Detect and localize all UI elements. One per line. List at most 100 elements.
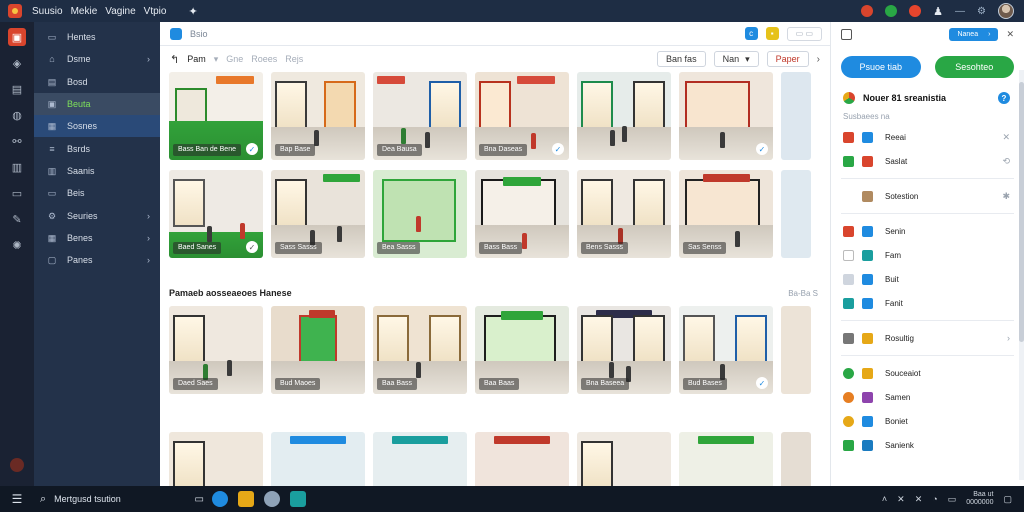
- list-item[interactable]: Fanit: [831, 291, 1024, 315]
- link-icon[interactable]: ⚯: [8, 132, 26, 150]
- image-tile[interactable]: [679, 432, 773, 486]
- menu-item-1[interactable]: Suusio: [32, 6, 63, 17]
- menu-item-3[interactable]: Vagine: [105, 6, 135, 17]
- ghost-button[interactable]: ▭ ▭: [786, 26, 822, 41]
- filter-primary[interactable]: Pam: [187, 54, 206, 64]
- sidebar-item-1[interactable]: ⌂ Dsme ›: [34, 48, 160, 70]
- sidebar-item-5[interactable]: ≡ Bsrds: [34, 137, 160, 159]
- image-tile[interactable]: [475, 432, 569, 486]
- image-tile[interactable]: Bna Baseea: [577, 306, 671, 394]
- image-tile[interactable]: Bud Maoes: [271, 306, 365, 394]
- image-tile[interactable]: Baa Bass: [373, 306, 467, 394]
- sort-select[interactable]: Nan ▾: [713, 51, 759, 67]
- list-item[interactable]: Sotestion ✱: [831, 184, 1024, 208]
- menu-item-4[interactable]: Vtpio: [144, 6, 167, 17]
- notification-icon[interactable]: [909, 5, 922, 17]
- list-item[interactable]: Souceaiot: [831, 361, 1024, 385]
- sidebar-item-10[interactable]: ▢ Panes ›: [34, 249, 160, 271]
- image-tile[interactable]: Bap Base: [271, 72, 365, 160]
- list-item[interactable]: Samen: [831, 385, 1024, 409]
- next-icon[interactable]: ›: [817, 54, 820, 65]
- image-tile[interactable]: Bass Bass: [475, 170, 569, 258]
- image-tile[interactable]: Sas Senss: [679, 170, 773, 258]
- list-item[interactable]: Buit: [831, 267, 1024, 291]
- taskbar-search[interactable]: ⌕ Mertgusd tsution ▭: [34, 489, 204, 509]
- paper-button[interactable]: Paper: [766, 51, 809, 67]
- keyboard-icon[interactable]: ▭: [948, 494, 957, 505]
- doc-icon[interactable]: ▣: [8, 28, 26, 46]
- list-item[interactable]: Senin: [831, 219, 1024, 243]
- pin-icon[interactable]: ✦: [188, 5, 197, 18]
- filter-secondary-3[interactable]: Rejs: [285, 54, 303, 64]
- filter-secondary-2[interactable]: Roees: [251, 54, 277, 64]
- gear-icon[interactable]: ✺: [8, 236, 26, 254]
- filter-secondary-1[interactable]: Gne: [226, 54, 243, 64]
- close-icon[interactable]: ✕: [1002, 132, 1010, 143]
- image-tile[interactable]: Dea Bausa: [373, 72, 467, 160]
- record-icon[interactable]: [861, 5, 874, 17]
- image-tile[interactable]: [781, 170, 811, 258]
- sidebar-item-3[interactable]: ▣ Beuta: [34, 92, 160, 116]
- globe-icon[interactable]: ◍: [8, 106, 26, 124]
- volume-icon[interactable]: ✕: [915, 494, 923, 505]
- image-tile[interactable]: Bass Ban de Bene ✓: [169, 72, 263, 160]
- power-icon[interactable]: [10, 458, 24, 472]
- refresh-icon[interactable]: ⟲: [1002, 156, 1010, 167]
- chart-icon[interactable]: ▥: [8, 158, 26, 176]
- clock[interactable]: Baa ut 0000000: [966, 491, 993, 507]
- chevron-up-icon[interactable]: ˄: [882, 494, 887, 504]
- image-tile[interactable]: Bens Sasss: [577, 170, 671, 258]
- chevron-down-icon[interactable]: ▾: [214, 54, 219, 65]
- list-item[interactable]: Sanienk: [831, 433, 1024, 457]
- store-icon[interactable]: [290, 491, 306, 507]
- sidebar-item-8[interactable]: ⚙ Seuries ›: [34, 204, 160, 226]
- list-item[interactable]: Fam: [831, 243, 1024, 267]
- image-tile[interactable]: Bna Daseas ✓: [475, 72, 569, 160]
- sidebar-item-4[interactable]: ▦ Sosnes: [34, 115, 160, 138]
- sidebar-item-7[interactable]: ▭ Beis: [34, 182, 160, 204]
- sidebar-item-9[interactable]: ▦ Benes ›: [34, 227, 160, 249]
- layers-icon[interactable]: ▤: [8, 80, 26, 98]
- bell-icon[interactable]: ♟: [933, 5, 943, 18]
- avatar[interactable]: [998, 3, 1014, 19]
- help-icon[interactable]: ?: [998, 92, 1010, 104]
- battery-icon[interactable]: ◔: [932, 494, 937, 504]
- settings-icon[interactable]: ⚙: [977, 6, 986, 17]
- secondary-action-button[interactable]: Sesohteo: [934, 56, 1014, 78]
- network-icon[interactable]: ✕: [897, 494, 905, 505]
- list-item[interactable]: Saslat ⟲: [831, 149, 1024, 173]
- list-item[interactable]: Reeai ✕: [831, 125, 1024, 149]
- image-tile[interactable]: Bea Sasss: [373, 170, 467, 258]
- monitor-icon[interactable]: ▭: [8, 184, 26, 202]
- scrollbar-thumb[interactable]: [1019, 82, 1024, 342]
- image-tile[interactable]: [577, 72, 671, 160]
- image-tile[interactable]: Baed Sanes ✓: [169, 170, 263, 258]
- image-tile[interactable]: [271, 432, 365, 486]
- image-tile[interactable]: [781, 72, 811, 160]
- list-item[interactable]: Rosultig ›: [831, 326, 1024, 350]
- sidebar-item-0[interactable]: ▭ Hentes: [34, 26, 160, 48]
- info-icon[interactable]: c: [744, 27, 758, 40]
- image-tile[interactable]: Daed Saes: [169, 306, 263, 394]
- menu-item-2[interactable]: Mekie: [71, 6, 98, 17]
- chevron-right-icon[interactable]: ›: [1007, 333, 1010, 343]
- cube-icon[interactable]: ◈: [8, 54, 26, 72]
- sidebar-item-2[interactable]: ▤ Bosd: [34, 71, 160, 93]
- minimize-icon[interactable]: —: [955, 6, 965, 17]
- panel-pill-button[interactable]: Nanea ›: [949, 27, 999, 41]
- filter-button[interactable]: Ban fas: [657, 51, 706, 67]
- tool-icon[interactable]: ✎: [8, 210, 26, 228]
- image-tile[interactable]: [781, 432, 811, 486]
- image-tile[interactable]: [577, 432, 671, 486]
- primary-action-button[interactable]: Psuoe tiab: [841, 56, 921, 78]
- section-more-link[interactable]: Ba-Ba S: [788, 289, 818, 298]
- back-icon[interactable]: ↰: [170, 53, 179, 66]
- image-tile[interactable]: Bud Bases ✓: [679, 306, 773, 394]
- image-tile[interactable]: Baa Baas: [475, 306, 569, 394]
- image-tile[interactable]: ✓: [679, 72, 773, 160]
- star-icon[interactable]: ✱: [1002, 191, 1010, 202]
- image-tile[interactable]: [373, 432, 467, 486]
- image-tile[interactable]: [781, 306, 811, 394]
- warning-icon[interactable]: ▪: [765, 27, 779, 40]
- browser-icon[interactable]: [212, 491, 228, 507]
